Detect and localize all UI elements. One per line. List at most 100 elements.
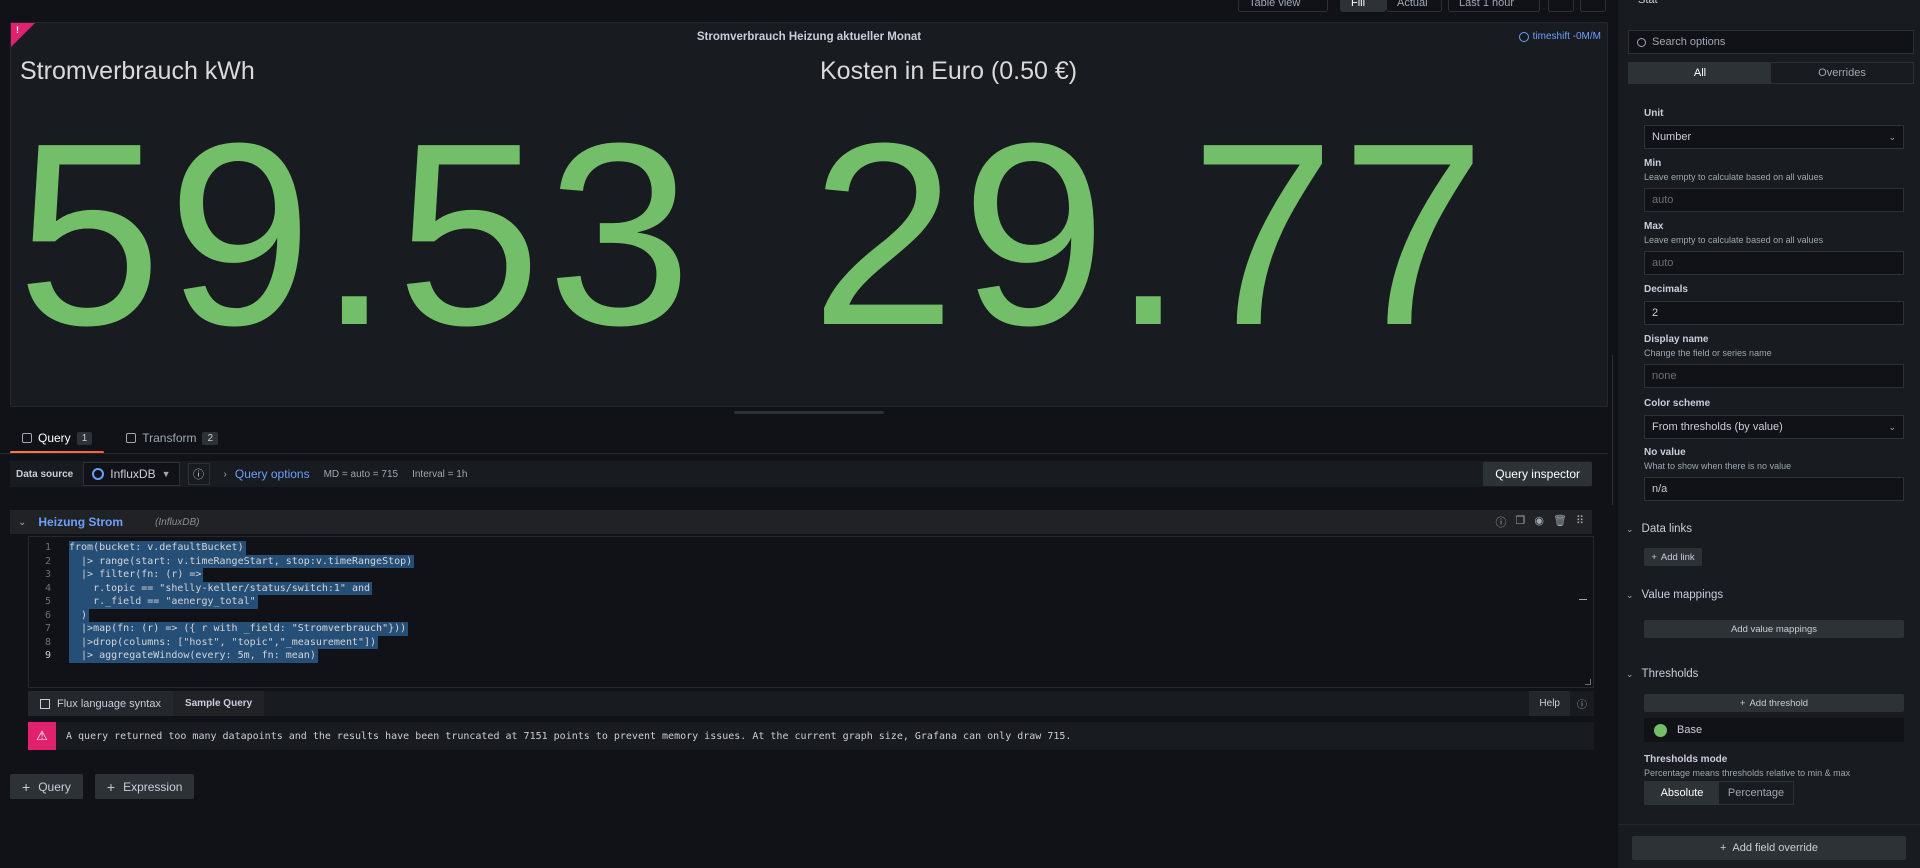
query-inspector-label: Query inspector (1495, 467, 1580, 481)
editor-tabs: Query 1 Transform 2 (10, 426, 230, 454)
section-data-links[interactable]: ⌄ Data links (1626, 523, 1916, 535)
decimals-input[interactable]: 2 (1644, 301, 1904, 325)
no-value-value: n/a (1652, 483, 1668, 495)
collapse-chevron-icon[interactable]: ⌄ (18, 517, 26, 528)
fill-button[interactable]: Fill (1340, 0, 1386, 12)
field-label: Max (1644, 221, 1664, 232)
field-description: What to show when there is no value (1644, 461, 1792, 471)
drag-handle-icon[interactable]: ⠿ (1576, 514, 1584, 530)
unit-select[interactable]: Number ⌄ (1644, 125, 1904, 149)
add-link-label: Add link (1660, 551, 1695, 563)
tab-overrides[interactable]: Overrides (1771, 63, 1913, 83)
section-value-mappings[interactable]: ⌄ Value mappings (1626, 589, 1916, 601)
stat-panel: ! Stromverbrauch Heizung aktueller Monat… (10, 22, 1608, 407)
flux-syntax-link[interactable]: Flux language syntax (28, 691, 173, 716)
tab-label: Query (38, 431, 71, 445)
duplicate-icon[interactable]: ❐ (1515, 514, 1525, 530)
threshold-color-swatch[interactable] (1654, 723, 1667, 737)
unit-value: Number (1652, 131, 1692, 143)
query-row-header: ⌄ Heizung Strom (InfluxDB) ⓘ ❐ ◉ 🗑 ⠿ (10, 510, 1592, 534)
tabs-divider (0, 453, 1608, 454)
viz-type-label: Stat (1638, 0, 1658, 6)
decimals-value: 2 (1652, 307, 1659, 319)
mode-percentage[interactable]: Percentage (1719, 782, 1793, 804)
help-button[interactable]: Help (1529, 691, 1570, 716)
warning-icon: ⚠ (28, 722, 56, 750)
chevron-down-icon: ⌄ (1626, 523, 1634, 534)
time-range-label: Last 1 hour (1459, 0, 1515, 9)
sample-query-button[interactable]: Sample Query (172, 691, 265, 716)
chevron-right-icon[interactable]: › (224, 469, 227, 480)
code-line: 7 |>map(fn: (r) => ({ r with _field: "St… (44, 622, 409, 636)
mode-absolute[interactable]: Absolute (1645, 782, 1719, 804)
stat-label: Kosten in Euro (0.50 €) (820, 57, 1078, 85)
display-name-placeholder: none (1652, 370, 1677, 382)
tab-count-badge: 2 (202, 431, 219, 445)
min-input[interactable]: auto (1644, 188, 1904, 212)
panel-resize-handle[interactable] (734, 411, 884, 414)
plus-icon: + (106, 778, 116, 795)
add-value-mappings-button[interactable]: Add value mappings (1644, 620, 1904, 638)
tab-query[interactable]: Query 1 (10, 426, 105, 454)
add-expression-button[interactable]: + Expression (94, 774, 195, 799)
viz-picker[interactable]: Stat (1618, 0, 1920, 12)
section-title: Value mappings (1641, 589, 1724, 601)
section-thresholds[interactable]: ⌄ Thresholds (1626, 668, 1916, 680)
code-text: |> filter(fn: (r) => (69, 568, 204, 582)
flux-code-editor[interactable]: 1 from(bucket: v.defaultBucket) 2 |> rang… (28, 536, 1594, 688)
plus-icon: + (1651, 551, 1657, 563)
field-description: Change the field or series name (1644, 348, 1772, 358)
fill-label: Fill (1351, 0, 1366, 9)
refresh-icon[interactable] (1580, 0, 1606, 12)
code-line: 2 |> range(start: v.timeRangeStart, stop… (44, 554, 415, 568)
help-icon[interactable]: ⓘ (1495, 514, 1506, 530)
datasource-help-button[interactable]: ⓘ (187, 463, 210, 485)
stat-item-cost: Kosten in Euro (0.50 €) 29.77 (811, 23, 1609, 406)
add-link-button[interactable]: + Add link (1644, 548, 1702, 566)
color-scheme-value: From thresholds (by value) (1652, 421, 1783, 433)
query-datasource: (InfluxDB) (155, 516, 200, 528)
field-description: Leave empty to calculate based on all va… (1644, 235, 1824, 245)
actual-button[interactable]: Actual (1386, 0, 1442, 12)
info-icon[interactable]: ⓘ (1570, 691, 1594, 716)
eye-icon[interactable]: ◉ (1534, 514, 1544, 530)
no-value-input[interactable]: n/a (1644, 477, 1904, 501)
add-query-buttons: + Query + Expression (10, 774, 195, 799)
time-range-picker[interactable]: Last 1 hour (1448, 0, 1540, 12)
add-value-mappings-label: Add value mappings (1730, 623, 1818, 635)
query-inspector-button[interactable]: Query inspector (1483, 462, 1592, 486)
zoom-out-icon[interactable] (1548, 0, 1574, 12)
color-scheme-select[interactable]: From thresholds (by value) ⌄ (1644, 415, 1904, 439)
options-tabs: All Overrides (1628, 62, 1914, 84)
tab-transform[interactable]: Transform 2 (114, 426, 230, 450)
datasource-name: InfluxDB (110, 467, 156, 481)
transform-icon (126, 433, 137, 443)
code-text: r._field == "aenergy_total" (69, 595, 258, 609)
splitter-grip[interactable] (1612, 355, 1613, 505)
query-name[interactable]: Heizung Strom (38, 515, 123, 529)
datasource-picker[interactable]: InfluxDB ▼ (83, 462, 180, 486)
add-query-button[interactable]: + Query (10, 774, 83, 799)
flux-syntax-label: Flux language syntax (57, 697, 161, 710)
add-threshold-button[interactable]: + Add threshold (1644, 694, 1904, 712)
section-title: Data links (1641, 523, 1693, 535)
display-name-input[interactable]: none (1644, 364, 1904, 388)
code-line: 4 r.topic == "shelly-keller/status/switc… (44, 581, 373, 595)
query-options-toggle[interactable]: Query options (235, 467, 310, 481)
table-view-toggle[interactable]: Table view (1238, 0, 1328, 12)
options-divider (1618, 824, 1920, 825)
editor-resize-handle[interactable] (1585, 679, 1591, 685)
datasource-row: Data source InfluxDB ▼ ⓘ › Query options… (10, 461, 1592, 487)
search-placeholder: Search options (1652, 36, 1726, 48)
code-text: from(bucket: v.defaultBucket) (69, 541, 246, 555)
trash-icon[interactable]: 🗑 (1553, 514, 1567, 530)
datasource-label: Data source (16, 468, 74, 480)
search-options-input[interactable]: Search options (1628, 30, 1914, 54)
add-field-override-button[interactable]: + Add field override (1632, 836, 1906, 860)
influxdb-icon (92, 468, 105, 480)
chevron-down-icon: ▼ (161, 469, 171, 479)
actual-label: Actual (1397, 0, 1428, 9)
max-input[interactable]: auto (1644, 251, 1904, 275)
code-text: |>drop(columns: ["host", "topic","_measu… (69, 635, 379, 649)
tab-all[interactable]: All (1629, 63, 1771, 83)
